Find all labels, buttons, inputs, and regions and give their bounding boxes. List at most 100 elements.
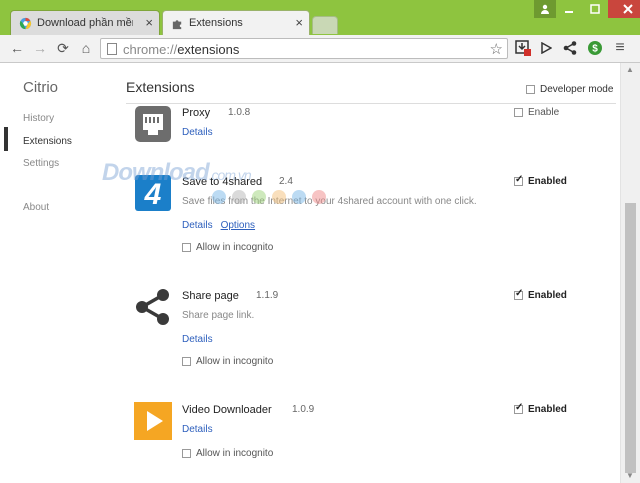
watermark-dot [292, 190, 306, 204]
enable-checkbox[interactable] [514, 174, 523, 186]
main-panel: Extensions Developer mode Proxy 1.0.8 De… [126, 63, 616, 483]
developer-mode-checkbox[interactable] [526, 85, 535, 94]
header-divider [126, 103, 616, 104]
puzzle-icon [172, 20, 182, 30]
extension-name: Share page [182, 290, 239, 302]
tab-title: Download phần mềm miễ [37, 17, 133, 29]
extension-item-proxy: Proxy 1.0.8 Details Enable [126, 105, 616, 155]
url-text[interactable]: chrome://extensions [123, 42, 239, 57]
play-icon [134, 402, 172, 440]
minimize-button[interactable] [556, 0, 582, 18]
share-icon [136, 289, 169, 325]
brand-title: Citrio [23, 79, 59, 96]
incognito-checkbox[interactable] [182, 357, 191, 366]
share-extension-icon[interactable] [561, 39, 579, 57]
options-link[interactable]: Options [221, 220, 255, 231]
network-plug-icon [135, 106, 171, 142]
enable-label: Enabled [528, 404, 567, 415]
extension-links: Details [182, 127, 221, 138]
enable-checkbox[interactable] [514, 108, 523, 117]
sidebar-item-extensions[interactable]: Extensions [23, 136, 72, 147]
sidebar: Citrio History Extensions Settings About [0, 63, 110, 483]
bookmark-star-icon[interactable]: ☆ [490, 40, 503, 58]
extension-version: 1.1.9 [256, 290, 279, 301]
watermark-logo: Download.com.vn [102, 159, 252, 187]
incognito-toggle[interactable]: Allow in incognito [182, 242, 273, 253]
forward-button[interactable]: → [31, 39, 49, 57]
watermark-dots [212, 190, 326, 204]
watermark-dot [212, 190, 226, 204]
details-link[interactable]: Details [182, 334, 213, 345]
watermark-main: Download [102, 159, 210, 186]
chrome-favicon-icon [19, 17, 32, 30]
extension-description: Share page link. [182, 310, 255, 321]
extension-version: 1.0.9 [292, 404, 315, 415]
enable-label: Enable [528, 107, 560, 118]
url-path: extensions [177, 42, 240, 57]
watermark-dot [232, 190, 246, 204]
enable-toggle[interactable]: Enabled [514, 402, 567, 415]
title-bar: Download phần mềm miễ × Extensions × [0, 0, 640, 36]
close-button[interactable] [608, 0, 640, 18]
details-link[interactable]: Details [182, 220, 213, 231]
incognito-checkbox[interactable] [182, 243, 191, 252]
downloader-extension-icon[interactable] [514, 39, 532, 57]
home-button[interactable]: ⌂ [77, 39, 95, 57]
tab-close-icon[interactable]: × [145, 15, 153, 30]
watermark-dot [312, 190, 326, 204]
page-content: Citrio History Extensions Settings About… [0, 63, 620, 483]
svg-text:$: $ [592, 44, 598, 55]
enable-toggle[interactable]: Enabled [514, 174, 567, 187]
window-controls [534, 0, 640, 18]
scroll-down-icon[interactable]: ▼ [626, 471, 634, 480]
incognito-toggle[interactable]: Allow in incognito [182, 356, 273, 367]
money-extension-icon[interactable]: $ [586, 39, 604, 57]
sidebar-item-settings[interactable]: Settings [23, 158, 59, 169]
toolbar: ← → ⟳ ⌂ chrome://extensions ☆ $ ≡ [0, 35, 640, 63]
address-bar[interactable]: chrome://extensions ☆ [100, 38, 508, 59]
incognito-label: Allow in incognito [196, 356, 274, 367]
back-button[interactable]: ← [8, 39, 26, 57]
incognito-label: Allow in incognito [196, 242, 274, 253]
enable-toggle[interactable]: Enabled [514, 288, 567, 301]
extension-version: 2.4 [279, 176, 293, 187]
tab-download[interactable]: Download phần mềm miễ × [10, 10, 160, 36]
extension-item-4shared: 4 Save to 4shared 2.4 Save files from th… [126, 174, 616, 264]
extension-name: Proxy [182, 107, 211, 119]
menu-icon[interactable]: ≡ [611, 39, 629, 57]
tab-extensions[interactable]: Extensions × [162, 10, 310, 36]
url-scheme: chrome:// [123, 42, 178, 57]
sidebar-item-history[interactable]: History [23, 113, 54, 124]
incognito-toggle[interactable]: Allow in incognito [182, 448, 273, 459]
extension-name: Video Downloader [182, 404, 272, 416]
scroll-up-icon[interactable]: ▲ [626, 65, 634, 74]
new-tab-button[interactable] [312, 16, 338, 34]
user-icon[interactable] [534, 0, 556, 18]
sidebar-item-about[interactable]: About [23, 202, 49, 213]
enable-checkbox[interactable] [514, 288, 523, 300]
tab-title: Extensions [189, 17, 243, 29]
tab-close-icon[interactable]: × [295, 15, 303, 30]
page-scrollbar[interactable]: ▲ ▼ [620, 63, 640, 483]
developer-mode-label: Developer mode [540, 84, 614, 95]
developer-mode-toggle[interactable]: Developer mode [526, 84, 613, 95]
scrollbar-thumb[interactable] [625, 203, 636, 473]
extension-item-share-page: Share page 1.1.9 Share page link. Detail… [126, 288, 616, 378]
incognito-label: Allow in incognito [196, 448, 274, 459]
maximize-button[interactable] [582, 0, 608, 18]
browser-window: Download phần mềm miễ × Extensions × [0, 0, 640, 483]
extension-version: 1.0.8 [228, 107, 251, 118]
extension-item-video-downloader: Video Downloader 1.0.9 Details Allow in … [126, 402, 616, 482]
details-link[interactable]: Details [182, 127, 213, 138]
enable-toggle[interactable]: Enable [514, 107, 559, 118]
extension-links: Details [182, 424, 221, 435]
play-extension-icon[interactable] [537, 39, 555, 57]
details-link[interactable]: Details [182, 424, 213, 435]
reload-button[interactable]: ⟳ [54, 39, 72, 57]
page-icon [107, 43, 117, 55]
watermark-dot [252, 190, 266, 204]
enable-label: Enabled [528, 176, 567, 187]
incognito-checkbox[interactable] [182, 449, 191, 458]
watermark-sub: .com.vn [208, 167, 252, 183]
enable-checkbox[interactable] [514, 402, 523, 414]
